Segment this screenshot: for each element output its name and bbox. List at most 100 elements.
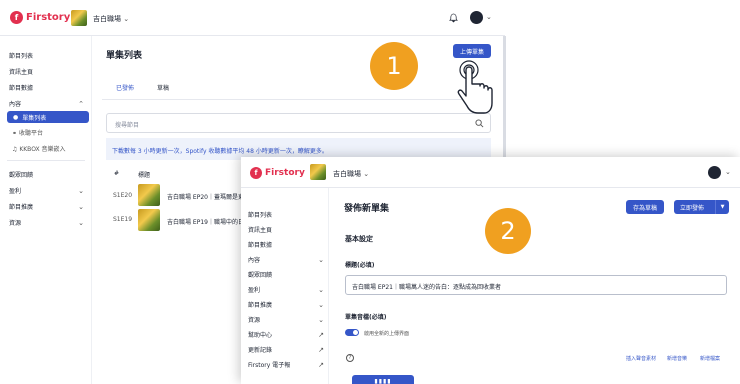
chevron-down-icon: ⌄ xyxy=(123,15,130,23)
sidebar-item-monetize[interactable]: 盈利 ⌄ xyxy=(9,186,84,196)
chevron-down-icon: ⌄ xyxy=(318,255,324,264)
episode-title[interactable]: 吉白職場 EP19｜職場中的日 xyxy=(167,217,244,226)
chevron-up-icon: ⌃ xyxy=(78,99,84,108)
firstory-logo[interactable]: f Firstory xyxy=(10,11,70,24)
sidebar-item-resources[interactable]: 資源 ⌄ xyxy=(248,315,324,325)
sidebar-item-label: 單集列表 xyxy=(22,114,47,122)
episode-title[interactable]: 吉白職場 EP20｜蓋瑪爾是東 xyxy=(167,192,244,201)
insert-material-link[interactable]: 插入聲音素材 xyxy=(626,355,656,362)
step-two-badge: 2 xyxy=(485,208,531,254)
search-placeholder: 搜尋節目 xyxy=(115,122,140,129)
sidebar-item-label: 更新記錄 xyxy=(248,347,273,354)
sidebar-item-label: 內容 xyxy=(9,101,22,108)
podcast-cover xyxy=(310,164,326,180)
chevron-down-icon[interactable]: ⌄ xyxy=(486,13,492,21)
sidebar-item-label: 節目推廣 xyxy=(9,204,34,211)
sidebar-item-promotion[interactable]: 節目推廣 ⌄ xyxy=(9,202,84,212)
hand-pointer-icon xyxy=(457,60,493,114)
sidebar-item-info-page[interactable]: 資訊主頁 xyxy=(248,225,272,234)
firstory-logo-icon: f xyxy=(10,11,23,24)
scrollbar[interactable] xyxy=(503,36,506,157)
tab-divider xyxy=(102,99,491,100)
column-header-number: # xyxy=(114,170,120,177)
page-title: 單集列表 xyxy=(106,51,143,61)
caret-down-icon[interactable]: ▼ xyxy=(715,200,729,214)
upload-episode-button[interactable]: 上傳單集 xyxy=(453,44,491,58)
external-link-icon: ↗ xyxy=(318,330,324,339)
bell-icon[interactable] xyxy=(449,13,458,23)
podcast-cover xyxy=(71,10,87,26)
sidebar-item-help[interactable]: 幫助中心 ↗ xyxy=(248,330,324,340)
tab-draft[interactable]: 草稿 xyxy=(157,83,169,92)
episode-title-input[interactable]: 吉白職場 EP21｜職場萬人迷的告白：逐點成為回收業者 xyxy=(345,275,727,295)
episode-number: S1E19 xyxy=(113,216,133,223)
podcast-name: 吉白職場 xyxy=(93,15,121,23)
sidebar-item-audience[interactable]: 觀眾回饋 xyxy=(9,170,33,179)
sidebar-item-audience[interactable]: 觀眾回饋 xyxy=(248,270,272,279)
help-icon[interactable]: ? xyxy=(346,354,354,362)
sidebar-item-label: Firstory 電子報 xyxy=(248,362,291,369)
new-upload-ui-toggle[interactable] xyxy=(345,329,359,336)
sidebar-item-kkbox[interactable]: ♫ KKBOX 音樂嵌入 xyxy=(12,144,66,153)
publish-now-button[interactable]: 立即發佈 ▼ xyxy=(674,200,729,214)
link-icon: ⚭ xyxy=(12,130,18,137)
brand-name: Firstory xyxy=(265,168,305,178)
chevron-down-icon: ⌄ xyxy=(318,285,324,294)
audio-label: 單集音檔(必填) xyxy=(345,314,387,321)
user-avatar-icon[interactable] xyxy=(470,11,483,24)
episode-cover xyxy=(138,209,160,231)
toggle-knob xyxy=(353,330,358,335)
sidebar-item-promotion[interactable]: 節目推廣 ⌄ xyxy=(248,300,324,310)
sidebar-item-changelog[interactable]: 更新記錄 ↗ xyxy=(248,345,324,355)
sidebar-item-label: 盈利 xyxy=(9,188,22,195)
sidebar-item-content[interactable]: 內容 ⌃ xyxy=(9,99,84,109)
basic-settings-heading: 基本設定 xyxy=(345,235,373,243)
chevron-down-icon: ⌄ xyxy=(78,186,84,195)
podcast-switcher[interactable]: 吉白職場 ⌄ xyxy=(93,14,129,24)
chevron-down-icon: ⌄ xyxy=(318,315,324,324)
sidebar: 節目列表 資訊主頁 節目數據 內容 ⌄ 觀眾回饋 盈利 ⌄ 節目推廣 ⌄ 資源 … xyxy=(241,188,329,384)
sidebar-item-label: KKBOX 音樂嵌入 xyxy=(19,146,66,153)
sidebar-item-monetize[interactable]: 盈利 ⌄ xyxy=(248,285,324,295)
column-header-title: 標題 xyxy=(138,172,151,179)
user-avatar-icon[interactable] xyxy=(708,166,721,179)
sidebar-item-label: 收聽平台 xyxy=(18,130,43,137)
sidebar-item-info-page[interactable]: 資訊主頁 xyxy=(9,67,33,76)
upload-area-button[interactable]: ▮▮▮▮ xyxy=(352,375,414,384)
sidebar-item-content[interactable]: 內容 ⌄ xyxy=(248,255,324,265)
publish-now-label: 立即發佈 xyxy=(680,204,705,212)
external-link-icon: ↗ xyxy=(318,345,324,354)
firstory-logo-icon: f xyxy=(250,167,262,179)
step-one-badge: 1 xyxy=(370,42,418,90)
sidebar-item-label: 盈利 xyxy=(248,287,261,294)
add-file-link[interactable]: 新增檔案 xyxy=(700,355,720,362)
sidebar-item-label: 內容 xyxy=(248,257,261,264)
sidebar-item-stats[interactable]: 節目數據 xyxy=(9,83,33,92)
sidebar-item-episode-list[interactable]: 節目列表 xyxy=(9,51,33,60)
sidebar-item-episode-list[interactable]: 節目列表 xyxy=(248,210,272,219)
search-icon[interactable] xyxy=(475,119,484,128)
firstory-logo[interactable]: f Firstory xyxy=(250,167,305,179)
title-label: 標題(必填) xyxy=(345,262,375,269)
mic-icon: ● xyxy=(13,113,19,121)
sidebar-item-newsletter[interactable]: Firstory 電子報 ↗ xyxy=(248,360,324,370)
tab-published[interactable]: 已發佈 xyxy=(116,83,134,92)
chevron-down-icon: ⌄ xyxy=(78,202,84,211)
chevron-down-icon: ⌄ xyxy=(78,218,84,227)
episode-number: S1E20 xyxy=(113,192,133,199)
sidebar-item-episodes[interactable]: ● 單集列表 xyxy=(7,111,89,123)
sidebar-item-platforms[interactable]: ⚭ 收聽平台 xyxy=(12,128,43,137)
toggle-label: 啟用全新的上傳界面 xyxy=(364,331,410,337)
sidebar: 節目列表 資訊主頁 節目數據 內容 ⌃ ● 單集列表 ⚭ 收聽平台 ♫ KKBO… xyxy=(0,36,92,384)
page-title: 發佈新單集 xyxy=(344,204,390,214)
search-input[interactable]: 搜尋節目 xyxy=(106,113,491,133)
top-header: f Firstory 吉白職場 ⌄ ⌄ xyxy=(241,157,740,188)
sidebar-item-label: 資源 xyxy=(9,220,22,227)
chevron-down-icon[interactable]: ⌄ xyxy=(725,168,731,176)
podcast-switcher[interactable]: 吉白職場 ⌄ xyxy=(333,169,369,179)
sidebar-item-stats[interactable]: 節目數據 xyxy=(248,240,272,249)
add-music-link[interactable]: 新增音樂 xyxy=(667,355,687,362)
save-draft-button[interactable]: 存為草稿 xyxy=(626,200,664,214)
sidebar-item-resources[interactable]: 資源 ⌄ xyxy=(9,218,84,228)
podcast-name: 吉白職場 xyxy=(333,170,361,178)
